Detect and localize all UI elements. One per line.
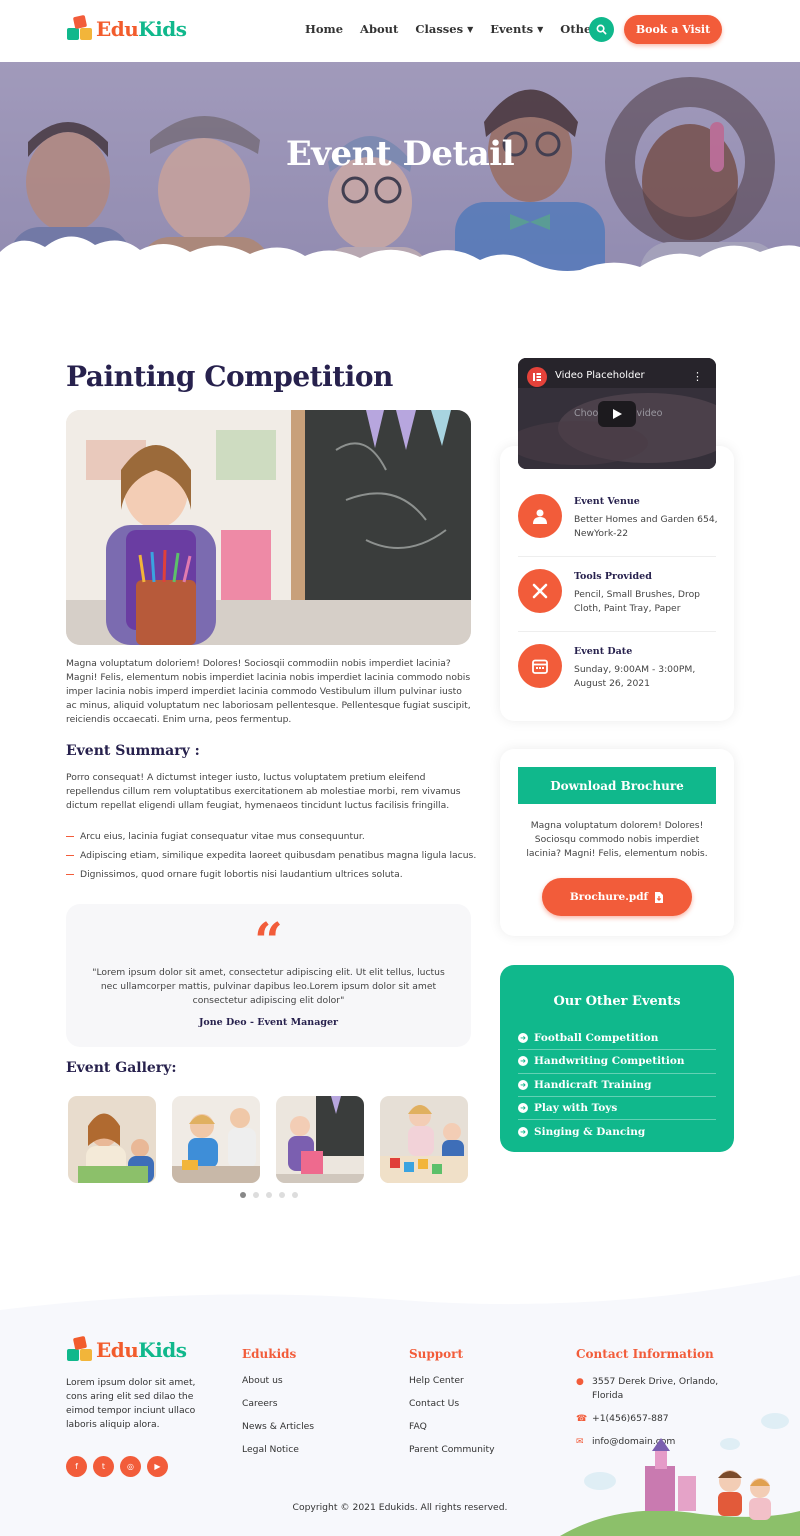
gallery-image[interactable] <box>380 1096 468 1183</box>
more-options-icon[interactable]: ⋮ <box>692 370 703 383</box>
list-item: Arcu eius, lacinia fugiat consequatur vi… <box>66 827 486 846</box>
arrow-right-icon: ➜ <box>518 1079 528 1090</box>
nav-events[interactable]: Events ▼ <box>490 22 543 36</box>
footer-col-support: Support Help Center Contact Us FAQ Paren… <box>409 1347 495 1467</box>
video-player[interactable]: Video Placeholder ⋮ Choose your video <box>518 358 716 469</box>
arrow-right-icon: ➜ <box>518 1033 528 1044</box>
brochure-pdf-button[interactable]: Brochure.pdf <box>542 878 692 916</box>
other-event-link[interactable]: ➜ Singing & Dancing <box>518 1120 716 1143</box>
pagination-dot[interactable] <box>292 1192 298 1198</box>
testimonial-quote: “ "Lorem ipsum dolor sit amet, consectet… <box>66 904 471 1047</box>
contact-address: ● 3557 Derek Drive, Orlando, Florida <box>576 1376 719 1401</box>
page-title: Event Detail <box>285 134 515 174</box>
event-main-photo <box>66 410 471 645</box>
arrow-right-icon: ➜ <box>518 1126 528 1137</box>
tools-icon <box>518 569 562 613</box>
pagination-dot[interactable] <box>240 1192 246 1198</box>
gallery-image[interactable] <box>68 1096 156 1183</box>
pagination-dot[interactable] <box>279 1192 285 1198</box>
event-gallery-heading: Event Gallery: <box>66 1060 177 1076</box>
youtube-icon[interactable]: ▶ <box>147 1456 168 1477</box>
event-summary-heading: Event Summary : <box>66 743 200 759</box>
footer-link[interactable]: Careers <box>242 1398 314 1421</box>
gallery-image[interactable] <box>276 1096 364 1183</box>
pagination-dot[interactable] <box>253 1192 259 1198</box>
site-logo[interactable]: EduKids <box>67 14 187 42</box>
other-events-card: Our Other Events ➜ Football Competition ➜… <box>500 965 734 1152</box>
other-event-link[interactable]: ➜ Play with Toys <box>518 1097 716 1121</box>
main-nav: Home About Classes▼ Events▼ Other▼ <box>305 22 625 36</box>
hero-children-photo <box>0 62 800 302</box>
map-pin-icon: ● <box>576 1377 584 1387</box>
event-summary-text: Porro consequat! A dictumst integer iust… <box>66 772 461 811</box>
footer-link[interactable]: FAQ <box>409 1421 495 1444</box>
calendar-icon <box>518 644 562 688</box>
chevron-down-icon: ▼ <box>537 24 544 34</box>
brochure-card: Download Brochure Magna voluptatum dolor… <box>500 749 734 936</box>
file-download-icon <box>655 891 664 903</box>
footer-link[interactable]: News & Articles <box>242 1421 314 1444</box>
footer-illustration <box>560 1413 800 1536</box>
footer-link[interactable]: Legal Notice <box>242 1444 314 1467</box>
pagination-dot[interactable] <box>266 1192 272 1198</box>
footer-about-text: Lorem ipsum dolor sit amet, cons aring e… <box>66 1377 196 1430</box>
logo-blocks-icon <box>67 14 93 42</box>
gallery-image[interactable] <box>172 1096 260 1183</box>
chevron-down-icon: ▼ <box>467 24 474 34</box>
nav-about[interactable]: About <box>360 22 398 36</box>
list-item: Dignissimos, quod ornare fugit lobortis … <box>66 865 486 884</box>
quote-text: "Lorem ipsum dolor sit amet, consectetur… <box>92 967 445 1006</box>
event-info-card: Event Venue Better Homes and Garden 654,… <box>500 446 734 721</box>
gallery-pagination <box>240 1192 305 1198</box>
nav-home[interactable]: Home <box>305 22 343 36</box>
site-header: EduKids Home About Classes ▼ Events ▼ Othe… <box>0 0 800 62</box>
footer-link[interactable]: Contact Us <box>409 1398 495 1421</box>
arrow-right-icon: ➜ <box>518 1103 528 1114</box>
list-item: Adipiscing etiam, similique expedita lao… <box>66 846 486 865</box>
venue-icon <box>518 494 562 538</box>
logo-text: EduKids <box>96 1338 187 1362</box>
quote-icon: “ <box>254 911 283 970</box>
download-brochure-heading: Download Brochure <box>518 767 716 804</box>
hero-banner: Event Detail <box>0 62 800 302</box>
footer-link[interactable]: Parent Community <box>409 1444 495 1467</box>
elementor-icon <box>527 367 547 387</box>
twitter-icon[interactable]: t <box>93 1456 114 1477</box>
event-gallery <box>68 1096 484 1183</box>
event-title: Painting Competition <box>66 360 393 393</box>
other-event-link[interactable]: ➜ Football Competition <box>518 1027 716 1051</box>
logo-text: EduKids <box>96 17 187 41</box>
footer-wave <box>0 1255 800 1310</box>
other-event-link[interactable]: ➜ Handwriting Competition <box>518 1050 716 1074</box>
play-icon <box>613 409 622 419</box>
instagram-icon[interactable]: ◎ <box>120 1456 141 1477</box>
copyright-text: Copyright © 2021 Edukids. All rights res… <box>292 1502 508 1513</box>
video-title: Video Placeholder <box>555 370 645 381</box>
nav-classes[interactable]: Classes ▼ <box>415 22 473 36</box>
footer-col-edukids: Edukids About us Careers News & Articles… <box>242 1347 314 1467</box>
arrow-right-icon: ➜ <box>518 1056 528 1067</box>
other-event-link[interactable]: ➜ Handicraft Training <box>518 1074 716 1097</box>
quote-author: Jone Deo - Event Manager <box>198 1017 339 1028</box>
facebook-icon[interactable]: f <box>66 1456 87 1477</box>
book-visit-button[interactable]: Book a Visit <box>624 15 722 44</box>
footer-link[interactable]: About us <box>242 1375 314 1398</box>
event-bullet-list: Arcu eius, lacinia fugiat consequatur vi… <box>66 827 486 884</box>
brochure-text: Magna voluptatum dolorem! Dolores! Socio… <box>526 820 708 859</box>
footer-link[interactable]: Help Center <box>409 1375 495 1398</box>
play-button[interactable] <box>598 401 636 427</box>
other-events-list: ➜ Football Competition ➜ Handwriting Compe… <box>518 1027 716 1143</box>
other-events-title: Our Other Events <box>553 994 681 1009</box>
social-links: f t ◎ ▶ <box>66 1456 174 1477</box>
logo-blocks-icon <box>67 1335 93 1363</box>
site-footer: EduKids Lorem ipsum dolor sit amet, cons… <box>0 1255 800 1536</box>
event-intro-text: Magna voluptatum doloriem! Dolores! Soci… <box>66 658 471 725</box>
search-icon <box>596 24 607 35</box>
search-button[interactable] <box>589 17 614 42</box>
footer-logo[interactable]: EduKids <box>67 1335 187 1363</box>
